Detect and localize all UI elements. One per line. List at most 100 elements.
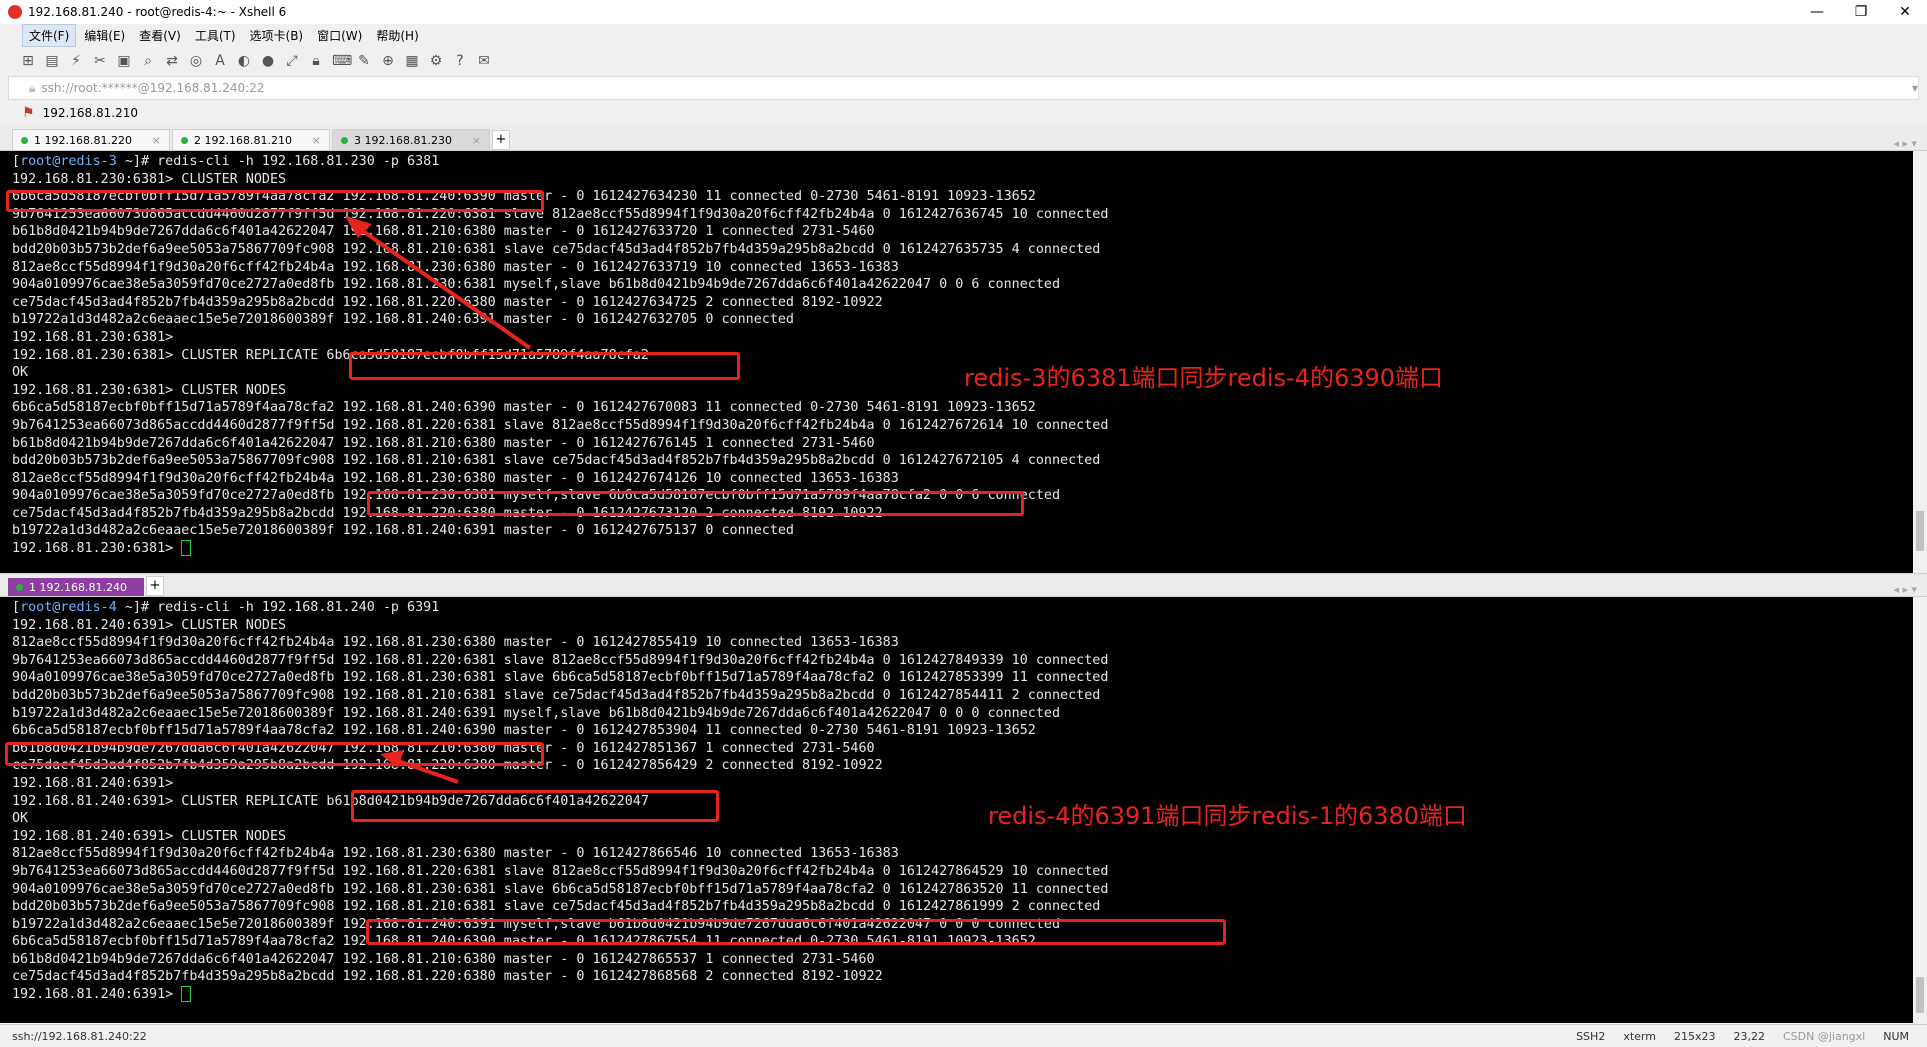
add-icon[interactable]: ⊕ bbox=[380, 53, 396, 69]
terminal-line: 192.168.81.240:6391> CLUSTER NODES bbox=[12, 828, 287, 844]
prompt-command: ~]# redis-cli -h 192.168.81.230 -p 6381 bbox=[116, 154, 440, 169]
status-num: NUM bbox=[1883, 1029, 1909, 1043]
menu-view[interactable]: 查看(V) bbox=[133, 25, 187, 46]
scrollbar[interactable] bbox=[1913, 597, 1927, 1023]
highlight-box bbox=[367, 491, 1024, 516]
chevron-down-icon[interactable]: ▾ bbox=[1912, 81, 1918, 95]
close-button[interactable]: ✕ bbox=[1883, 4, 1927, 20]
terminal-line: b19722a1d3d482a2c6eaaec15e5e72018600389f… bbox=[12, 312, 794, 328]
chat-icon[interactable]: ✉ bbox=[476, 53, 492, 69]
annotation-text: redis-3的6381端口同步redis-4的6390端口 bbox=[964, 364, 1444, 392]
xftp-icon[interactable]: ◐ bbox=[236, 53, 252, 69]
tab-label: 1 192.168.81.240 bbox=[29, 580, 127, 594]
status-dot-icon bbox=[341, 136, 348, 144]
globe-icon[interactable]: ◎ bbox=[188, 53, 204, 69]
status-dot-icon bbox=[16, 583, 23, 591]
gear-icon[interactable]: ⚙ bbox=[428, 53, 444, 69]
terminal-line: 192.168.81.230:6381> bbox=[12, 329, 174, 345]
toolbar: ⊞ ▤ ⚡ ✂ ▣ ⌕ ⇄ ◎ A ◐ ● ⤢ 🔒︎ ⌨ ✎ ⊕ ▦ ⚙ ? ✉ bbox=[0, 46, 1927, 76]
scrollbar[interactable] bbox=[1913, 151, 1927, 573]
menu-help[interactable]: 帮助(H) bbox=[370, 25, 424, 46]
terminal-line: 904a0109976cae38e5a3059fd70ce2727a0ed8fb… bbox=[12, 881, 1109, 897]
lock-icon[interactable]: 🔒︎ bbox=[308, 53, 324, 69]
disconnect-icon[interactable]: ✂ bbox=[92, 53, 108, 69]
tab-bar-top: 1 192.168.81.220 × 2 192.168.81.210 × 3 19… bbox=[0, 126, 1927, 151]
add-tab-button[interactable]: + bbox=[146, 576, 164, 596]
status-dot-icon bbox=[181, 136, 188, 144]
terminal2-final-prompt: 192.168.81.240:6391> bbox=[12, 987, 182, 1003]
address-bar[interactable]: 🔒︎ ssh://root:******@192.168.81.240:22 ▾ bbox=[8, 76, 1919, 100]
address-text: ssh://root:******@192.168.81.240:22 bbox=[41, 81, 265, 95]
prompt-command: ~]# redis-cli -h 192.168.81.240 -p 6391 bbox=[116, 600, 440, 615]
properties-icon[interactable]: ▣ bbox=[116, 53, 132, 69]
transfer-icon[interactable]: ⇄ bbox=[164, 53, 180, 69]
xshell-app-icon bbox=[8, 5, 22, 19]
terminal-line: ce75dacf45d3ad4f852b7fb4d359a295b8a2bcdd… bbox=[12, 294, 883, 310]
tab-session-2[interactable]: 2 192.168.81.210 × bbox=[172, 129, 330, 150]
menu-file[interactable]: 文件(F) bbox=[22, 23, 77, 47]
connect-icon[interactable]: ⚡ bbox=[68, 53, 84, 69]
terminal-line: 6b6ca5d58187ecbf0bff15d71a5789f4aa78cfa2… bbox=[12, 723, 1036, 739]
status-address: ssh://192.168.81.240:22 bbox=[12, 1029, 147, 1043]
terminal-line: b19722a1d3d482a2c6eaaec15e5e72018600389f… bbox=[12, 705, 1061, 721]
keyboard-icon[interactable]: ⌨ bbox=[332, 53, 352, 69]
tab-session-1[interactable]: 1 192.168.81.220 × bbox=[12, 129, 170, 150]
terminal-line: 812ae8ccf55d8994f1f9d30a20f6cff42fb24b4a… bbox=[12, 470, 899, 486]
tab-session-3[interactable]: 3 192.168.81.230 × bbox=[332, 129, 490, 150]
terminal-line: 904a0109976cae38e5a3059fd70ce2727a0ed8fb… bbox=[12, 277, 1061, 293]
terminal-line: bdd20b03b573b2def6a9ee5053a75867709fc908… bbox=[12, 241, 1101, 257]
menu-window[interactable]: 窗口(W) bbox=[311, 25, 368, 46]
terminal-line: 192.168.81.230:6381> CLUSTER NODES bbox=[12, 171, 287, 187]
close-icon[interactable]: × bbox=[472, 134, 481, 147]
open-folder-icon[interactable]: ▤ bbox=[44, 53, 60, 69]
terminal-line: bdd20b03b573b2def6a9ee5053a75867709fc908… bbox=[12, 899, 1101, 915]
terminal-line: bdd20b03b573b2def6a9ee5053a75867709fc908… bbox=[12, 453, 1101, 469]
tab-nav-icon[interactable]: ◂ ▸ ▾ bbox=[1893, 137, 1917, 150]
session-label[interactable]: 192.168.81.210 bbox=[43, 106, 138, 120]
new-session-icon[interactable]: ⊞ bbox=[20, 53, 36, 69]
menu-edit[interactable]: 编辑(E) bbox=[78, 25, 131, 46]
font-icon[interactable]: A bbox=[212, 53, 228, 69]
minimize-button[interactable]: — bbox=[1795, 4, 1839, 20]
terminal-line: b19722a1d3d482a2c6eaaec15e5e72018600389f… bbox=[12, 523, 794, 539]
tab-session-240[interactable]: 1 192.168.81.240 bbox=[8, 578, 144, 596]
close-icon[interactable]: × bbox=[312, 134, 321, 147]
help-icon[interactable]: ? bbox=[452, 53, 468, 69]
record-icon[interactable]: ● bbox=[260, 53, 276, 69]
session-bar: ⚑ 192.168.81.210 bbox=[0, 100, 1927, 126]
maximize-button[interactable]: ❐ bbox=[1839, 4, 1883, 20]
terminal-line: bdd20b03b573b2def6a9ee5053a75867709fc908… bbox=[12, 687, 1101, 703]
terminal1-prompt: [root@redis-3 ~]# redis-cli -h 192.168.8… bbox=[12, 154, 440, 169]
terminal-line: 192.168.81.240:6391> CLUSTER NODES bbox=[12, 617, 287, 633]
script-icon[interactable]: ✎ bbox=[356, 53, 372, 69]
terminal-line: 9b7641253ea66073d865accdd4460d2877f9ff5d… bbox=[12, 863, 1109, 879]
menu-tabs[interactable]: 选项卡(B) bbox=[244, 25, 310, 46]
prompt-user: root@redis-4 bbox=[20, 600, 117, 615]
search-icon[interactable]: ⌕ bbox=[140, 53, 156, 69]
fullscreen-icon[interactable]: ⤢ bbox=[284, 53, 300, 69]
tab-nav-icon[interactable]: ◂ ▸ ▾ bbox=[1893, 583, 1917, 596]
layout-icon[interactable]: ▦ bbox=[404, 53, 420, 69]
tab-bar-bottom: 1 192.168.81.240 + ◂ ▸ ▾ bbox=[0, 573, 1927, 597]
terminal-line: 904a0109976cae38e5a3059fd70ce2727a0ed8fb… bbox=[12, 670, 1109, 686]
terminal2-prompt: [root@redis-4 ~]# redis-cli -h 192.168.8… bbox=[12, 600, 440, 615]
cursor bbox=[181, 540, 192, 557]
terminal1-final-prompt: 192.168.81.230:6381> bbox=[12, 541, 182, 557]
terminal-line: 6b6ca5d58187ecbf0bff15d71a5789f4aa78cfa2… bbox=[12, 400, 1036, 416]
terminal-pane-2[interactable]: [root@redis-4 ~]# redis-cli -h 192.168.8… bbox=[0, 597, 1927, 1023]
status-size: 215x23 bbox=[1673, 1029, 1716, 1043]
status-term: xterm bbox=[1623, 1029, 1656, 1043]
terminal-line: ce75dacf45d3ad4f852b7fb4d359a295b8a2bcdd… bbox=[12, 969, 883, 985]
highlight-box bbox=[351, 790, 719, 822]
terminal-line: 192.168.81.240:6391> CLUSTER REPLICATE b… bbox=[12, 793, 649, 809]
terminal1-output: 192.168.81.230:6381> CLUSTER NODES 6b6ca5… bbox=[12, 171, 1927, 540]
add-tab-button[interactable]: + bbox=[492, 130, 510, 150]
status-pos: 23,22 bbox=[1733, 1029, 1765, 1043]
terminal-line: 9b7641253ea66073d865accdd4460d2877f9ff5d… bbox=[12, 417, 1109, 433]
terminal-line: 812ae8ccf55d8994f1f9d30a20f6cff42fb24b4a… bbox=[12, 635, 899, 651]
terminal-line: 812ae8ccf55d8994f1f9d30a20f6cff42fb24b4a… bbox=[12, 846, 899, 862]
highlight-box bbox=[6, 190, 544, 212]
close-icon[interactable]: × bbox=[152, 134, 161, 147]
terminal-line: b61b8d0421b94b9de7267dda6c6f401a42622047… bbox=[12, 224, 875, 240]
menu-tools[interactable]: 工具(T) bbox=[189, 25, 242, 46]
